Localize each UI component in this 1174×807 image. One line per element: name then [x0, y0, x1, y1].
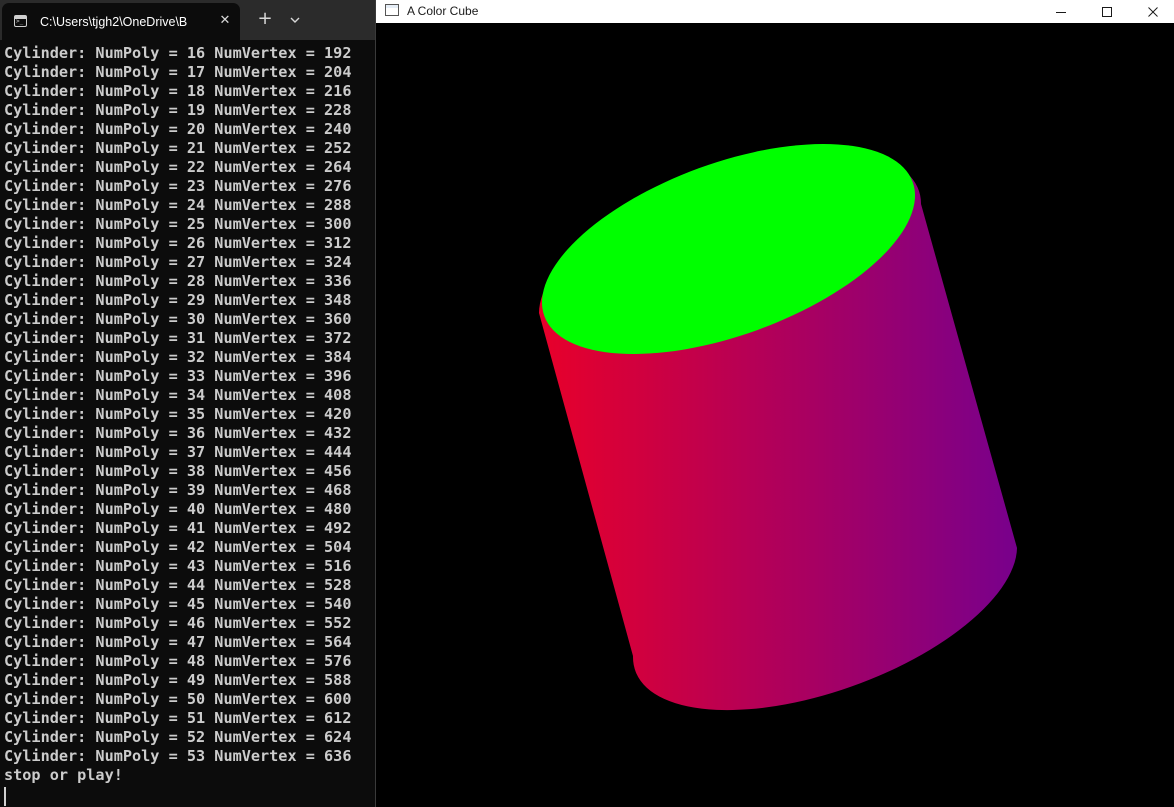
terminal-line: Cylinder: NumPoly = 48 NumVertex = 576: [4, 652, 352, 670]
gl-viewport[interactable]: [376, 23, 1174, 807]
terminal-tab-bar: C:\Users\tjgh2\OneDrive\B ✕ +: [0, 0, 375, 40]
terminal-line: stop or play!: [4, 766, 123, 784]
terminal-line: Cylinder: NumPoly = 53 NumVertex = 636: [4, 747, 352, 765]
terminal-line: Cylinder: NumPoly = 36 NumVertex = 432: [4, 424, 352, 442]
terminal-line: Cylinder: NumPoly = 22 NumVertex = 264: [4, 158, 352, 176]
terminal-line: Cylinder: NumPoly = 32 NumVertex = 384: [4, 348, 352, 366]
terminal-line: Cylinder: NumPoly = 16 NumVertex = 192: [4, 44, 352, 62]
terminal-line: Cylinder: NumPoly = 46 NumVertex = 552: [4, 614, 352, 632]
terminal-line: Cylinder: NumPoly = 27 NumVertex = 324: [4, 253, 352, 271]
terminal-line: Cylinder: NumPoly = 31 NumVertex = 372: [4, 329, 352, 347]
minimize-icon: [1056, 12, 1066, 13]
terminal-line: Cylinder: NumPoly = 47 NumVertex = 564: [4, 633, 352, 651]
terminal-line: Cylinder: NumPoly = 17 NumVertex = 204: [4, 63, 352, 81]
terminal-line: Cylinder: NumPoly = 34 NumVertex = 408: [4, 386, 352, 404]
terminal-line: Cylinder: NumPoly = 52 NumVertex = 624: [4, 728, 352, 746]
terminal-line: Cylinder: NumPoly = 41 NumVertex = 492: [4, 519, 352, 537]
maximize-button[interactable]: [1084, 0, 1130, 23]
terminal-line: Cylinder: NumPoly = 28 NumVertex = 336: [4, 272, 352, 290]
terminal-line: Cylinder: NumPoly = 39 NumVertex = 468: [4, 481, 352, 499]
close-button[interactable]: [1130, 0, 1174, 23]
render-window: A Color Cube: [375, 0, 1174, 807]
window-title-bar[interactable]: A Color Cube: [376, 0, 1174, 23]
terminal-icon: [14, 15, 27, 27]
terminal-line: Cylinder: NumPoly = 26 NumVertex = 312: [4, 234, 352, 252]
terminal-line: Cylinder: NumPoly = 49 NumVertex = 588: [4, 671, 352, 689]
terminal-line: Cylinder: NumPoly = 21 NumVertex = 252: [4, 139, 352, 157]
window-title: A Color Cube: [407, 4, 479, 18]
terminal-line: Cylinder: NumPoly = 44 NumVertex = 528: [4, 576, 352, 594]
text-cursor: [4, 787, 6, 806]
cylinder-scene: [376, 23, 1174, 807]
terminal-output[interactable]: Cylinder: NumPoly = 16 NumVertex = 192 Cy…: [4, 44, 372, 806]
terminal-tab[interactable]: C:\Users\tjgh2\OneDrive\B ✕: [2, 3, 240, 40]
minimize-button[interactable]: [1038, 0, 1084, 23]
close-icon: [1148, 7, 1158, 17]
app-icon: [385, 4, 399, 16]
terminal-line: Cylinder: NumPoly = 33 NumVertex = 396: [4, 367, 352, 385]
terminal-line: Cylinder: NumPoly = 19 NumVertex = 228: [4, 101, 352, 119]
terminal-window: C:\Users\tjgh2\OneDrive\B ✕ + Cylinder: …: [0, 0, 375, 807]
terminal-line: Cylinder: NumPoly = 45 NumVertex = 540: [4, 595, 352, 613]
chevron-down-icon[interactable]: [284, 9, 306, 31]
terminal-line: Cylinder: NumPoly = 35 NumVertex = 420: [4, 405, 352, 423]
new-tab-button[interactable]: +: [254, 9, 276, 31]
terminal-line: Cylinder: NumPoly = 51 NumVertex = 612: [4, 709, 352, 727]
terminal-line: Cylinder: NumPoly = 37 NumVertex = 444: [4, 443, 352, 461]
terminal-line: Cylinder: NumPoly = 20 NumVertex = 240: [4, 120, 352, 138]
terminal-line: Cylinder: NumPoly = 18 NumVertex = 216: [4, 82, 352, 100]
terminal-line: Cylinder: NumPoly = 24 NumVertex = 288: [4, 196, 352, 214]
close-tab-icon[interactable]: ✕: [216, 12, 234, 30]
tab-title: C:\Users\tjgh2\OneDrive\B: [40, 15, 188, 29]
terminal-line: Cylinder: NumPoly = 29 NumVertex = 348: [4, 291, 352, 309]
maximize-icon: [1102, 7, 1112, 17]
terminal-line: Cylinder: NumPoly = 43 NumVertex = 516: [4, 557, 352, 575]
terminal-line: Cylinder: NumPoly = 38 NumVertex = 456: [4, 462, 352, 480]
terminal-line: Cylinder: NumPoly = 30 NumVertex = 360: [4, 310, 352, 328]
terminal-line: Cylinder: NumPoly = 50 NumVertex = 600: [4, 690, 352, 708]
terminal-line: Cylinder: NumPoly = 42 NumVertex = 504: [4, 538, 352, 556]
terminal-line: Cylinder: NumPoly = 25 NumVertex = 300: [4, 215, 352, 233]
terminal-line: Cylinder: NumPoly = 23 NumVertex = 276: [4, 177, 352, 195]
terminal-line: Cylinder: NumPoly = 40 NumVertex = 480: [4, 500, 352, 518]
